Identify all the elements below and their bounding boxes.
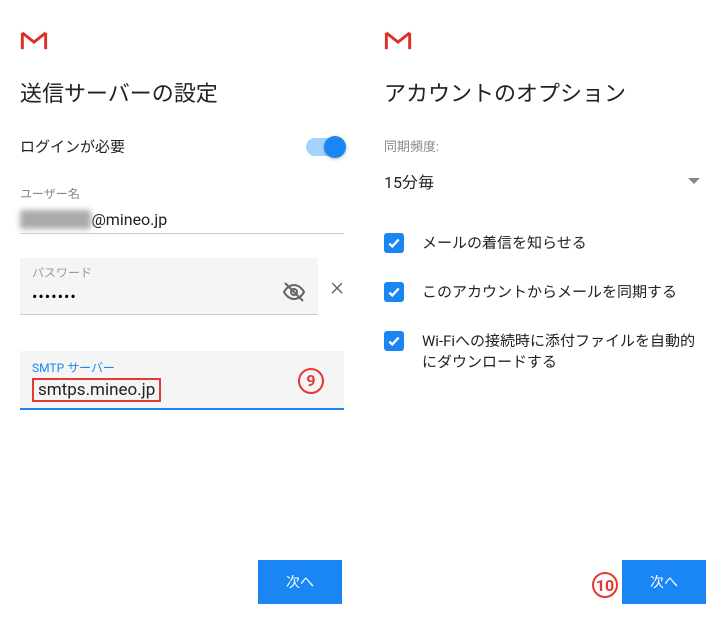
password-label: パスワード: [32, 264, 92, 281]
checkbox-sync[interactable]: [384, 282, 404, 302]
smtp-label: SMTP サーバー: [32, 359, 332, 376]
checkbox-wifi[interactable]: [384, 331, 404, 351]
check-sync-row[interactable]: このアカウントからメールを同期する: [384, 282, 708, 303]
next-button[interactable]: 次へ: [622, 560, 706, 604]
pane-send-server: 送信サーバーの設定 ログインが必要 ユーザー名 xxxxxxxxx @mineo…: [0, 0, 364, 622]
checkbox-notify[interactable]: [384, 233, 404, 253]
pane-account-options: アカウントのオプション 同期頻度: 15分毎 メールの着信を知らせる このアカウ…: [364, 0, 728, 622]
check-notify-row[interactable]: メールの着信を知らせる: [384, 233, 708, 254]
callout-10: 10: [592, 572, 618, 598]
sync-frequency-dropdown[interactable]: 15分毎: [384, 163, 708, 203]
login-required-row: ログインが必要: [20, 136, 344, 157]
page-title: 送信サーバーの設定: [20, 76, 344, 108]
next-button[interactable]: 次へ: [258, 560, 342, 604]
username-label: ユーザー名: [20, 185, 344, 202]
smtp-row: SMTP サーバー smtps.mineo.jp 9: [20, 351, 344, 410]
login-required-label: ログインが必要: [20, 136, 125, 157]
gmail-icon: [384, 30, 412, 52]
toggle-knob: [324, 136, 346, 158]
username-blurred: xxxxxxxxx: [20, 210, 91, 229]
sync-frequency-value: 15分毎: [384, 169, 434, 193]
login-required-toggle[interactable]: [306, 138, 344, 156]
sync-frequency-label: 同期頻度:: [384, 136, 708, 155]
eye-off-icon[interactable]: [282, 280, 306, 308]
check-notify-label: メールの着信を知らせる: [422, 233, 587, 254]
password-value: •••••••: [32, 287, 282, 306]
check-wifi-label: Wi-Fiへの接続時に添付ファイルを自動的にダウンロードする: [422, 331, 708, 373]
check-wifi-row[interactable]: Wi-Fiへの接続時に添付ファイルを自動的にダウンロードする: [384, 331, 708, 373]
chevron-down-icon: [688, 178, 700, 184]
password-field[interactable]: パスワード •••••••: [20, 258, 318, 315]
gmail-icon: [20, 30, 48, 52]
username-field[interactable]: xxxxxxxxx @mineo.jp: [20, 206, 344, 234]
password-row: パスワード ••••••• ×: [20, 258, 344, 315]
callout-9: 9: [298, 368, 324, 394]
smtp-field[interactable]: SMTP サーバー smtps.mineo.jp: [20, 351, 344, 410]
clear-icon[interactable]: ×: [330, 274, 344, 300]
smtp-value: smtps.mineo.jp: [32, 378, 161, 402]
page-title: アカウントのオプション: [384, 76, 708, 108]
username-domain: @mineo.jp: [91, 210, 167, 229]
check-sync-label: このアカウントからメールを同期する: [422, 282, 677, 303]
